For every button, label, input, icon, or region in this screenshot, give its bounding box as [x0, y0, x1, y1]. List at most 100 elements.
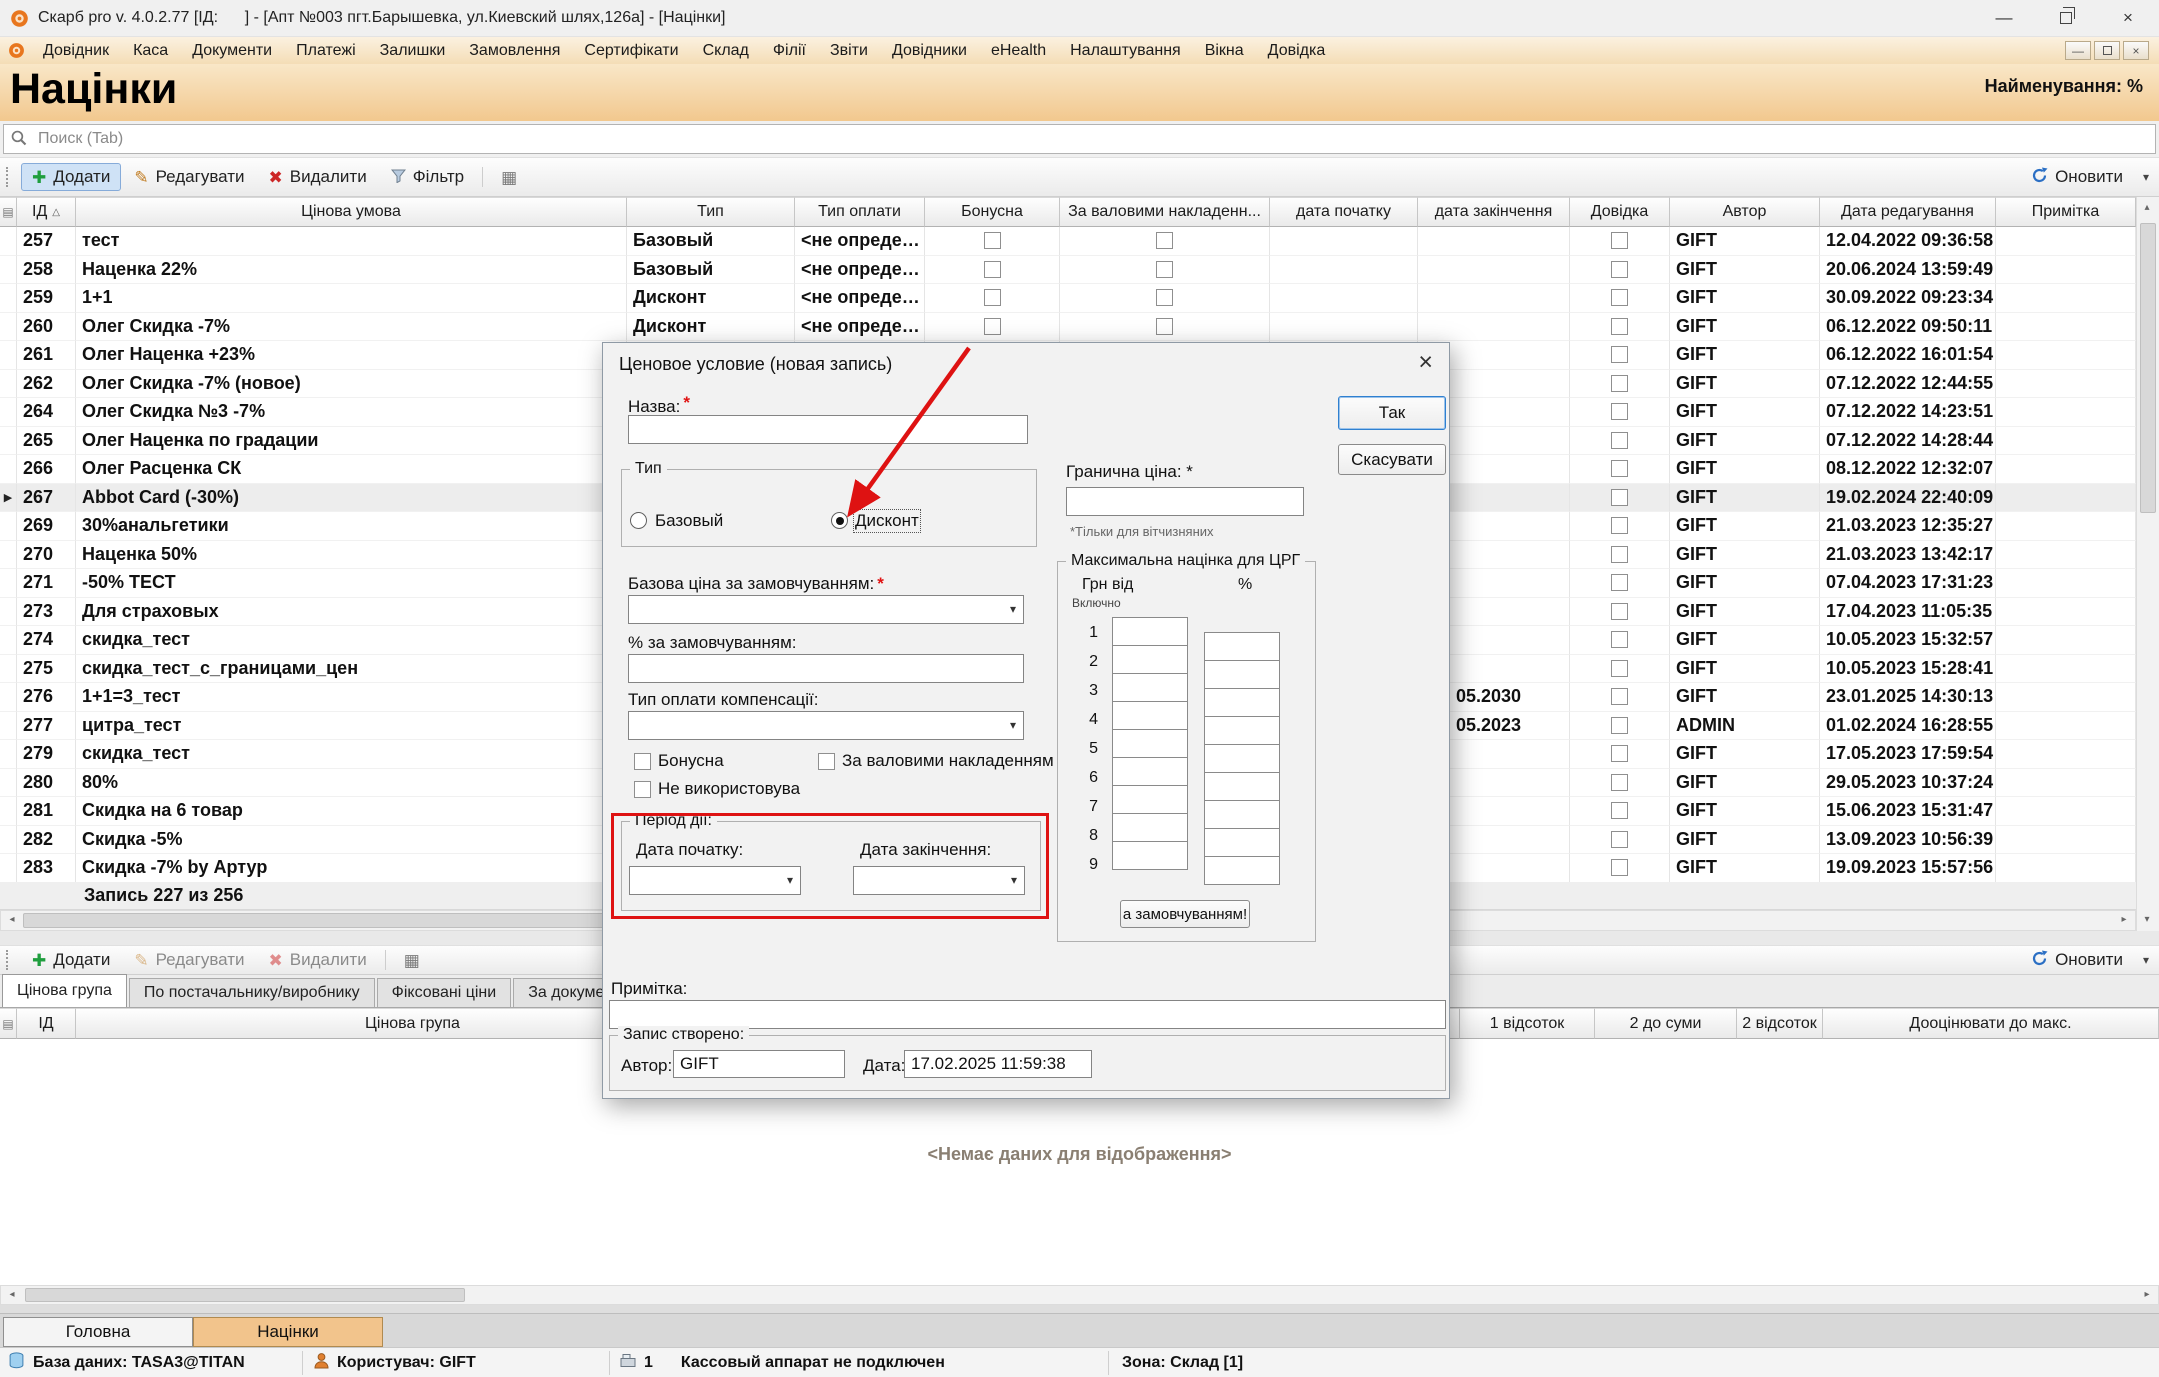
close-button[interactable]: ×	[2097, 0, 2159, 36]
mdi-close-button[interactable]: ×	[2123, 41, 2149, 60]
date-start-select[interactable]: ▾	[629, 866, 801, 895]
row-checkbox[interactable]	[1611, 774, 1628, 791]
add-button[interactable]: ✚Додати	[21, 163, 121, 191]
scrollbar-thumb[interactable]	[25, 1288, 465, 1302]
crg-pct-input[interactable]	[1204, 716, 1280, 745]
column-header-max[interactable]: Дооцінювати до макс.	[1823, 1008, 2159, 1039]
row-checkbox[interactable]	[1611, 375, 1628, 392]
column-header-pct1[interactable]: 1 відсоток	[1460, 1008, 1595, 1039]
note-input[interactable]	[609, 1000, 1446, 1029]
restore-button[interactable]	[2035, 0, 2097, 36]
row-checkbox[interactable]	[1611, 460, 1628, 477]
gross-checkbox-row[interactable]: За валовими накладенням	[818, 751, 1054, 771]
toolbar-grip[interactable]	[6, 167, 11, 187]
column-header-note[interactable]: Примітка	[1996, 197, 2136, 227]
delete-button[interactable]: ✖Видалити	[258, 163, 378, 191]
row-checkbox[interactable]	[1611, 688, 1628, 705]
column-header-id[interactable]: ІД△	[17, 197, 76, 227]
row-checkbox[interactable]	[1611, 859, 1628, 876]
crg-grn-input[interactable]	[1112, 673, 1188, 702]
crg-grn-input[interactable]	[1112, 617, 1188, 646]
radio-base[interactable]	[630, 512, 647, 529]
mdi-restore-button[interactable]	[2094, 41, 2120, 60]
date-end-select[interactable]: ▾	[853, 866, 1025, 895]
column-header-bonus[interactable]: Бонусна	[925, 197, 1060, 227]
column-header-id[interactable]: ІД	[17, 1008, 76, 1039]
row-checkbox[interactable]	[1611, 745, 1628, 762]
radio-discount[interactable]	[831, 512, 848, 529]
menu-item[interactable]: Налаштування	[1058, 42, 1193, 60]
delete-button-lower[interactable]: ✖Видалити	[258, 948, 378, 972]
column-header-gross[interactable]: За валовими накладенн...	[1060, 197, 1270, 227]
toolbar-overflow-icon[interactable]: ▾	[2143, 953, 2149, 967]
not-used-checkbox-row[interactable]: Не використовува	[634, 779, 800, 799]
menu-item[interactable]: Звіти	[818, 42, 880, 60]
crg-grn-input[interactable]	[1112, 841, 1188, 870]
bonus-checkbox[interactable]	[634, 753, 651, 770]
crg-pct-input[interactable]	[1204, 632, 1280, 661]
add-button-lower[interactable]: ✚Додати	[21, 948, 121, 972]
row-checkbox[interactable]	[1611, 232, 1628, 249]
row-checkbox[interactable]	[1611, 346, 1628, 363]
lower-tab[interactable]: Фіксовані ціни	[377, 978, 512, 1007]
column-header-author[interactable]: Автор	[1670, 197, 1820, 227]
scroll-left-icon[interactable]: ◂	[2, 911, 22, 929]
menu-item[interactable]: eHealth	[979, 42, 1058, 60]
column-header-type[interactable]: Тип	[627, 197, 795, 227]
toolbar-overflow-icon[interactable]: ▾	[2143, 170, 2149, 184]
refresh-button-lower[interactable]: Оновити	[2020, 948, 2134, 972]
cancel-button[interactable]: Скасувати	[1338, 444, 1446, 475]
scrollbar-thumb[interactable]	[2140, 223, 2156, 513]
row-checkbox[interactable]	[1611, 831, 1628, 848]
edit-button-lower[interactable]: ✎Редагувати	[123, 948, 255, 972]
dialog-close-icon[interactable]: ×	[1418, 348, 1433, 377]
created-date-input[interactable]	[904, 1050, 1092, 1078]
column-header-tosum2[interactable]: 2 до суми	[1595, 1008, 1737, 1039]
mdi-minimize-button[interactable]: —	[2065, 41, 2091, 60]
row-checkbox[interactable]	[984, 261, 1001, 278]
row-checkbox[interactable]	[984, 289, 1001, 306]
header-corner-cell[interactable]: ▤	[0, 1008, 17, 1039]
row-checkbox[interactable]	[984, 318, 1001, 335]
menu-item[interactable]: Вікна	[1193, 42, 1256, 60]
scroll-up-icon[interactable]: ▴	[2137, 199, 2157, 217]
tab-nacinky[interactable]: Націнки	[193, 1317, 383, 1347]
crg-grn-input[interactable]	[1112, 813, 1188, 842]
crg-pct-input[interactable]	[1204, 744, 1280, 773]
payment-type-select[interactable]: ▾	[628, 711, 1024, 740]
vertical-scrollbar-main[interactable]: ▴ ▾	[2136, 197, 2159, 931]
column-header-date-start[interactable]: дата початку	[1270, 197, 1418, 227]
gross-checkbox[interactable]	[818, 753, 835, 770]
row-checkbox[interactable]	[1156, 289, 1173, 306]
column-header-condition[interactable]: Цінова умова	[76, 197, 627, 227]
row-checkbox[interactable]	[1611, 289, 1628, 306]
row-checkbox[interactable]	[1156, 261, 1173, 278]
menu-item[interactable]: Довідка	[1256, 42, 1338, 60]
crg-pct-input[interactable]	[1204, 772, 1280, 801]
row-checkbox[interactable]	[1611, 318, 1628, 335]
crg-grn-input[interactable]	[1112, 701, 1188, 730]
toolbar-grip[interactable]	[6, 950, 11, 970]
menu-item[interactable]: Документи	[180, 42, 284, 60]
table-row[interactable]: 258Наценка 22%Базовый<не опреде…GIFT20.0…	[0, 256, 2136, 285]
search-input[interactable]	[3, 124, 2156, 154]
menu-item[interactable]: Залишки	[368, 42, 458, 60]
table-row[interactable]: 260Олег Скидка -7%Дисконт<не опреде…GIFT…	[0, 313, 2136, 342]
refresh-button[interactable]: Оновити	[2020, 163, 2134, 191]
row-checkbox[interactable]	[1611, 489, 1628, 506]
row-checkbox[interactable]	[1611, 631, 1628, 648]
columns-button-lower[interactable]: ▦	[393, 950, 431, 971]
filter-button[interactable]: Фільтр	[380, 163, 475, 191]
row-checkbox[interactable]	[1156, 232, 1173, 249]
menu-item[interactable]: Склад	[691, 42, 761, 60]
column-header-date-end[interactable]: дата закінчення	[1418, 197, 1570, 227]
menu-item[interactable]: Платежі	[284, 42, 368, 60]
minimize-button[interactable]: —	[1973, 0, 2035, 36]
percent-default-input[interactable]	[628, 654, 1024, 683]
crg-pct-input[interactable]	[1204, 688, 1280, 717]
defaults-button[interactable]: а замовчуванням!	[1120, 900, 1250, 928]
menu-item[interactable]: Замовлення	[457, 42, 572, 60]
row-checkbox[interactable]	[1611, 261, 1628, 278]
scroll-right-icon[interactable]: ▸	[2114, 911, 2134, 929]
crg-pct-input[interactable]	[1204, 828, 1280, 857]
